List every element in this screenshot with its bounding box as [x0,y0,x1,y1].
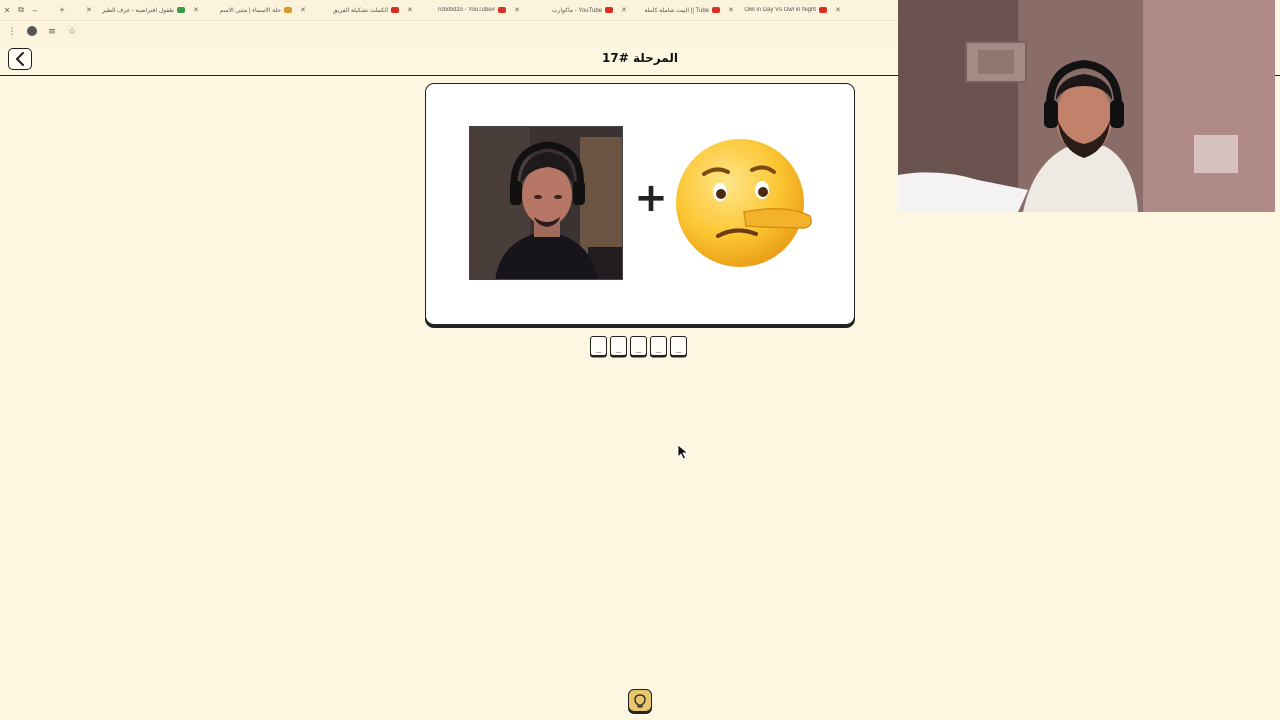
close-tab-icon[interactable]: ✕ [835,6,841,14]
browser-tab-strip: ✕ ⧉ – + ✕ طفول افتراضية - عرف الطير ✕ جلة ا… [0,0,898,21]
tab-favicon-icon [712,7,720,13]
letter-slot[interactable]: _ [630,336,647,356]
letter-slot[interactable]: _ [650,336,667,356]
tab-favicon-icon [819,7,827,13]
restore-window-icon[interactable]: ⧉ [14,5,28,15]
webcam-overlay [898,0,1275,212]
tab-title: الكملت تشكيلة الفريق [332,7,388,14]
person-photo [469,126,623,280]
plus-operator: + [634,175,668,221]
tab-favicon-icon [605,7,613,13]
puzzle-card: + [425,83,855,325]
new-tab-button[interactable]: + [42,5,82,15]
tab-favicon-icon [177,7,185,13]
hint-button[interactable] [628,689,652,712]
profile-icon[interactable] [26,25,38,39]
tab-title: Tube || البيت شاملة كاملة [644,7,709,14]
letter-slot[interactable]: _ [670,336,687,356]
browser-tab[interactable]: ✕ #robotidzo - YouTube [403,6,510,14]
lightbulb-icon [634,693,646,707]
close-tab-icon[interactable]: ✕ [728,6,734,14]
browser-tab[interactable]: ✕ Tube || البيت شاملة كاملة [617,6,724,14]
tab-title: Ange [844,7,898,13]
lying-face-emoji-icon [676,136,816,270]
tab-title: Owl in Day Vs Owl in Night [744,7,816,13]
tab-list: ✕ طفول افتراضية - عرف الطير ✕ جلة الأسماء |… [82,6,898,14]
minimize-window-icon[interactable]: – [28,6,42,15]
letter-slot[interactable]: _ [610,336,627,356]
close-tab-icon[interactable]: ✕ [86,6,92,14]
tab-favicon-icon [284,7,292,13]
close-window-icon[interactable]: ✕ [0,6,14,15]
browser-tab[interactable]: ✕ الكملت تشكيلة الفريق [296,6,403,14]
tab-title: #robotidzo - YouTube [438,7,495,13]
menu-dots-icon[interactable]: ⋮ [6,27,18,37]
browser-tab[interactable]: ✕ جلة الأسماء | مثنى الاسم [189,6,296,14]
letter-slot[interactable]: _ [590,336,607,356]
browser-toolbar: ⋮ ≡ ☆ [0,22,898,42]
tab-title: جلة الأسماء | مثنى الاسم [219,7,281,14]
browser-tab[interactable]: ✕ YouTube - ماكوارت [510,6,617,14]
tab-favicon-icon [391,7,399,13]
tab-title: YouTube - ماكوارت [551,7,602,14]
answer-slots: _ _ _ _ _ [590,336,687,358]
close-tab-icon[interactable]: ✕ [514,6,520,14]
browser-tab[interactable]: ✕Ange [831,6,898,14]
tune-icon[interactable]: ≡ [46,27,58,37]
browser-tab[interactable]: ✕ طفول افتراضية - عرف الطير [82,6,189,14]
mouse-cursor-icon [677,444,689,460]
bookmark-star-icon[interactable]: ☆ [66,27,78,37]
tab-favicon-icon [498,7,506,13]
close-tab-icon[interactable]: ✕ [407,6,413,14]
close-tab-icon[interactable]: ✕ [621,6,627,14]
close-tab-icon[interactable]: ✕ [300,6,306,14]
close-tab-icon[interactable]: ✕ [193,6,199,14]
tab-title: طفول افتراضية - عرف الطير [101,7,174,14]
browser-tab[interactable]: ✕ Owl in Day Vs Owl in Night [724,6,831,14]
